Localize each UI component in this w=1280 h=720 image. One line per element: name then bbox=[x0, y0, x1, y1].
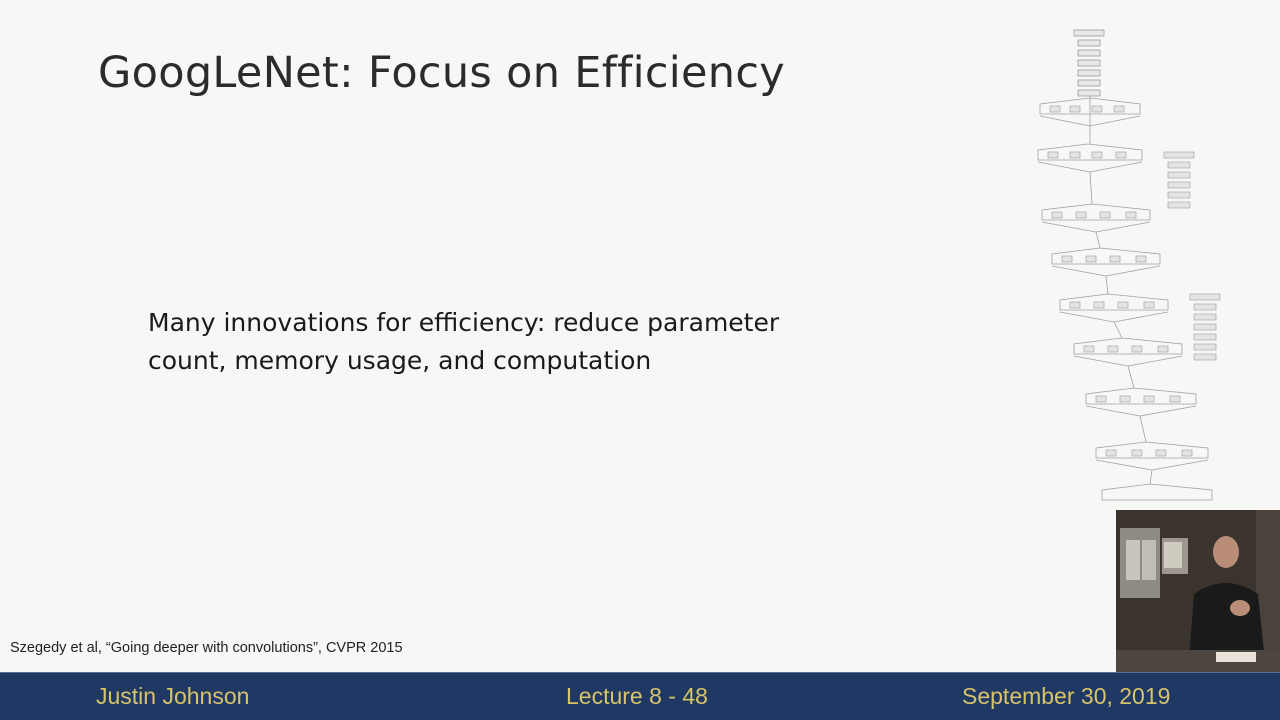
network-diagram-icon bbox=[1037, 29, 1221, 501]
citation: Szegedy et al, “Going deeper with convol… bbox=[10, 640, 403, 656]
speaker-webcam-video bbox=[1116, 510, 1280, 672]
footer-lecture-number: Lecture 8 - 48 bbox=[566, 683, 708, 709]
footer-author: Justin Johnson bbox=[96, 683, 250, 709]
slide: GoogLeNet: Focus on Efficiency Many inno… bbox=[0, 0, 1280, 672]
slide-body-text: Many innovations for efficiency: reduce … bbox=[148, 308, 780, 375]
footer-date: September 30, 2019 bbox=[962, 683, 1171, 709]
slide-footer: Justin Johnson Lecture 8 - 48 September … bbox=[0, 672, 1280, 720]
slide-title: GoogLeNet: Focus on Efficiency bbox=[98, 48, 786, 98]
